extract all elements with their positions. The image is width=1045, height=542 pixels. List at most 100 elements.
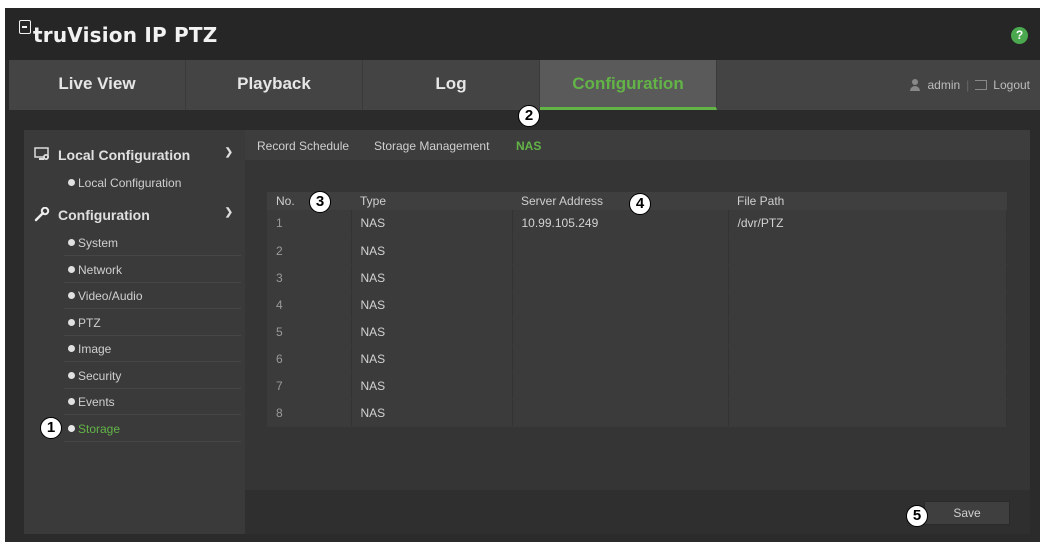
cell-file-path[interactable] [728,264,1007,292]
cell-file-path[interactable] [728,318,1007,346]
username: admin [927,78,961,92]
cell-server-address[interactable]: 10.99.105.249 [512,210,729,238]
cell-no: 1 [267,210,352,238]
cell-no: 4 [267,291,352,319]
callout-marker: 4 [629,193,651,215]
subtab-storage-management[interactable]: Storage Management [374,139,489,153]
subtab-nas[interactable]: NAS [516,139,541,153]
table-row[interactable]: 5 NAS [267,318,1007,346]
bullet-icon [68,345,75,352]
brand-mark-icon [19,20,31,34]
cell-no: 8 [267,399,352,427]
cell-no: 7 [267,372,352,400]
sidebar-item-image[interactable]: Image [64,336,241,362]
sidebar-item-label: Local Configuration [78,176,182,190]
column-header-file-path: File Path [728,192,1007,210]
cell-server-address[interactable] [512,345,729,373]
sidebar-item-video-audio[interactable]: Video/Audio [64,283,241,309]
nas-table: No. Type Server Address File Path 1 NAS … [267,192,1007,427]
sidebar-item-ptz[interactable]: PTZ [64,310,241,336]
tab-log[interactable]: Log [363,60,540,110]
sidebar-item-system[interactable]: System [64,230,241,256]
cell-type: NAS [351,372,513,400]
cell-file-path[interactable] [728,291,1007,319]
sidebar-section-local-configuration[interactable]: Local Configuration ❯ [24,140,245,170]
chevron-down-icon[interactable]: ❯ [225,207,233,218]
sidebar-item-storage[interactable]: Storage [64,416,241,442]
brand-name: truVision IP PTZ [33,23,218,47]
divider: | [966,78,970,92]
sidebar-item-label: Security [78,369,122,383]
cell-no: 5 [267,318,352,346]
sidebar-item-local-configuration[interactable]: Local Configuration [64,170,241,196]
cell-no: 2 [267,237,352,265]
app-header: truVision IP PTZ ? [5,8,1040,60]
content-panel: Record Schedule Storage Management NAS N… [245,130,1030,534]
bullet-icon [68,398,75,405]
sidebar-item-events[interactable]: Events [64,389,241,415]
sidebar-item-network[interactable]: Network [64,257,241,283]
cell-file-path[interactable] [728,237,1007,265]
column-header-type: Type [351,192,512,210]
bullet-icon [68,179,75,186]
sidebar-item-label: System [78,236,119,250]
logout-link[interactable]: Logout [993,61,1030,109]
sidebar-item-label: Events [78,395,115,409]
cell-type: NAS [351,210,513,238]
bullet-icon [68,239,75,246]
callout-marker: 3 [309,191,331,213]
cell-server-address[interactable] [512,264,729,292]
tab-live-view[interactable]: Live View [9,60,186,110]
user-area: admin | Logout [909,60,1030,110]
table-row[interactable]: 3 NAS [267,264,1007,292]
tab-configuration[interactable]: Configuration [540,60,717,110]
cell-server-address[interactable] [512,372,729,400]
cell-type: NAS [351,237,513,265]
cell-no: 6 [267,345,352,373]
cell-server-address[interactable] [512,237,729,265]
monitor-gear-icon [34,147,49,160]
cell-server-address[interactable] [512,399,729,427]
cell-no: 3 [267,264,352,292]
chevron-down-icon[interactable]: ❯ [225,147,233,158]
section-label: Local Configuration [58,147,191,163]
sidebar-section-configuration[interactable]: Configuration ❯ [24,200,245,230]
wrench-icon [34,207,50,222]
sidebar-item-security[interactable]: Security [64,363,241,389]
main-nav: Live View Playback Log Configuration adm… [9,60,1040,110]
cell-file-path[interactable] [728,399,1007,427]
callout-marker: 1 [40,417,62,439]
user-icon [909,79,921,91]
cell-server-address[interactable] [512,318,729,346]
callout-marker: 5 [906,505,928,527]
table-row[interactable]: 2 NAS [267,237,1007,265]
table-row[interactable]: 4 NAS [267,291,1007,319]
cell-type: NAS [351,291,513,319]
tab-playback[interactable]: Playback [186,60,363,110]
column-header-server-address: Server Address [512,192,728,210]
cell-file-path[interactable]: /dvr/PTZ [728,210,1007,238]
table-row[interactable]: 7 NAS [267,372,1007,400]
help-icon[interactable]: ? [1011,27,1028,44]
table-row[interactable]: 6 NAS [267,345,1007,373]
brand-logo: truVision IP PTZ [19,20,217,47]
cell-file-path[interactable] [728,345,1007,373]
cell-type: NAS [351,345,513,373]
cell-type: NAS [351,399,513,427]
sidebar-item-label: Image [78,342,112,356]
table-row[interactable]: 8 NAS [267,399,1007,427]
cell-type: NAS [351,264,513,292]
bullet-icon [68,292,75,299]
cell-server-address[interactable] [512,291,729,319]
save-button[interactable]: Save [924,501,1010,525]
sidebar-item-label: Video/Audio [78,289,143,303]
cell-type: NAS [351,318,513,346]
callout-marker: 2 [518,105,540,127]
sidebar-item-label: Network [78,263,123,277]
section-label: Configuration [58,207,150,223]
logout-icon[interactable] [975,80,988,90]
sub-tabs: Record Schedule Storage Management NAS [245,130,1030,160]
subtab-record-schedule[interactable]: Record Schedule [257,139,349,153]
sidebar-item-label: Storage [78,422,121,436]
cell-file-path[interactable] [728,372,1007,400]
